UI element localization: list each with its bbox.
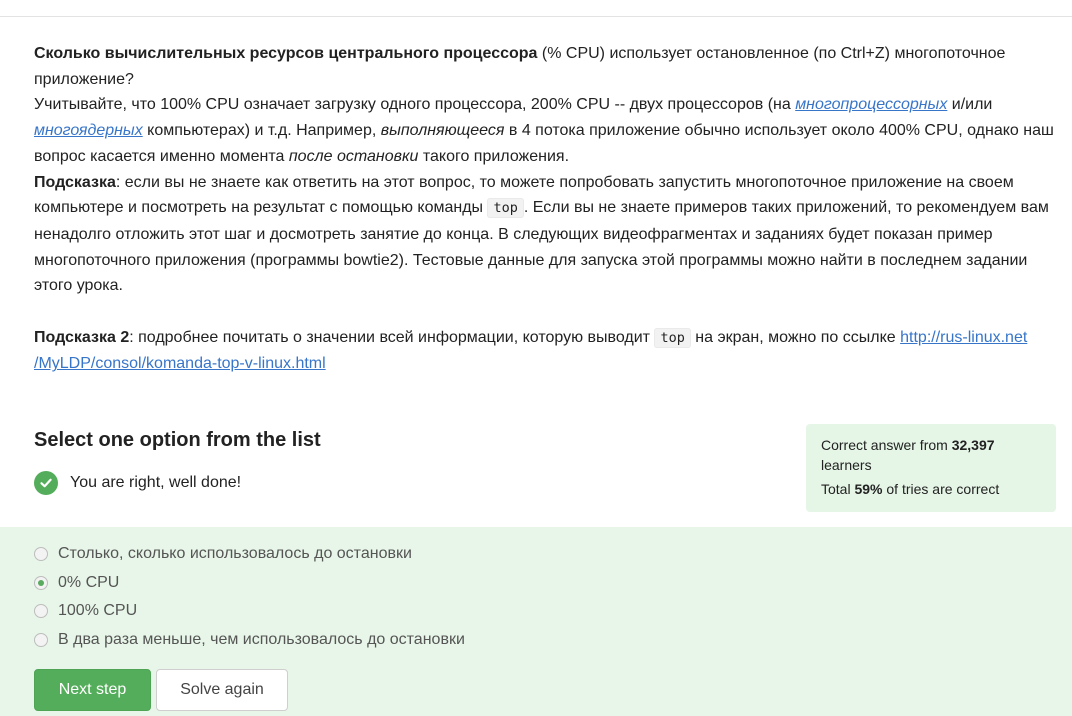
explanation-text: и/или [947,96,993,114]
question-bold: Сколько вычислительных ресурсов централь… [34,45,538,62]
option-label: Столько, сколько использовалось до остан… [58,545,412,562]
link-multiprocessor[interactable]: многопроцессорных [795,96,947,113]
explanation-emphasis: выполняющееся [380,122,505,140]
stats-percent: Total 59% of tries are correct [821,479,1041,499]
percent-correct: 59% [854,481,883,497]
option-label: 100% CPU [58,602,138,619]
solve-again-button[interactable]: Solve again [156,669,288,711]
learners-count: 32,397 [951,437,995,453]
option-3[interactable]: 100% CPU [34,602,137,620]
feedback-text: You are right, well done! [70,474,242,491]
stats-text: of tries are correct [882,481,1000,497]
stats-learners: Correct answer from 32,397 learners [821,435,1041,475]
hint2-text: на экран, можно по ссылке [690,328,901,346]
explanation-text: компьютерах) и т.д. Например, [142,122,381,140]
quiz-heading: Select one option from the list [34,429,321,451]
stats-text: Total [821,481,855,497]
code-top: top [487,198,524,219]
hint2-label: Подсказка 2 [34,328,130,346]
stats-text: Correct answer from [821,437,952,453]
hint-label: Подсказка [34,173,116,191]
stats-text: learners [821,457,872,473]
hint-paragraph: Подсказка: если вы не знаете как ответит… [34,170,1060,300]
option-4[interactable]: В два раза меньше, чем использовалось до… [34,631,465,649]
explanation-emphasis: после остановки [288,147,419,165]
feedback: You are right, well done! [34,471,241,495]
option-1[interactable]: Столько, сколько использовалось до остан… [34,545,412,563]
option-label: В два раза меньше, чем использовалось до… [58,631,465,648]
hint2-text: : подробнее почитать о значении всей инф… [129,328,655,346]
radio-button[interactable] [34,604,48,618]
answer-options: Столько, сколько использовалось до остан… [0,527,1072,716]
code-top: top [654,327,691,348]
option-2[interactable]: 0% CPU [34,574,119,592]
explanation-text: Учитывайте, что 100% CPU означает загруз… [34,96,796,114]
top-divider [0,16,1072,17]
next-step-button[interactable]: Next step [34,669,151,711]
stats-box: Correct answer from 32,397 learners Tota… [806,424,1056,512]
question-text: Сколько вычислительных ресурсов централь… [34,41,1060,377]
hint2-paragraph: Подсказка 2: подробнее почитать о значен… [34,325,1060,377]
radio-button[interactable] [34,547,48,561]
check-circle-icon [34,471,58,495]
option-label: 0% CPU [58,574,120,591]
radio-button[interactable] [34,633,48,647]
explanation-paragraph: Учитывайте, что 100% CPU означает загруз… [34,92,1060,169]
question-paragraph: Сколько вычислительных ресурсов централь… [34,41,1060,92]
radio-button-selected[interactable] [34,576,48,590]
explanation-text: такого приложения. [418,147,570,165]
link-multicore[interactable]: многоядерных [34,122,143,139]
